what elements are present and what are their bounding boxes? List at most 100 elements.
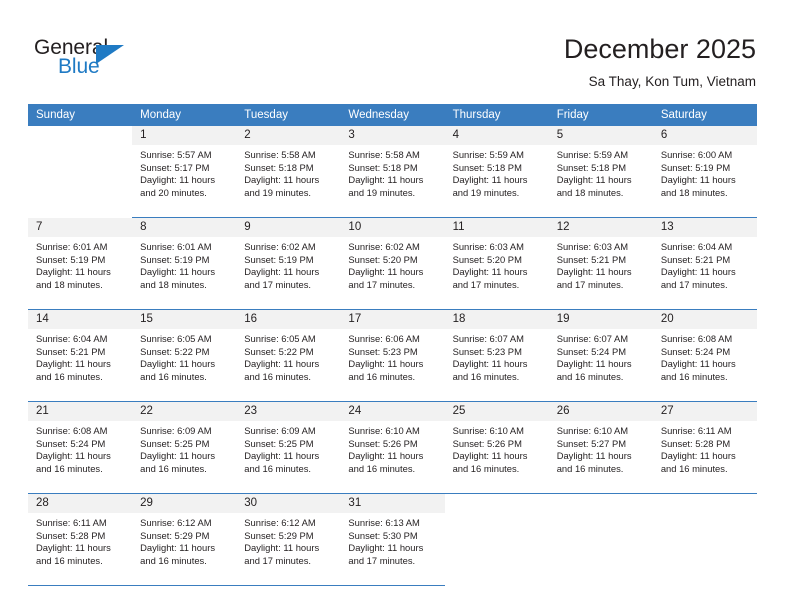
daylight-duration-line2: and 19 minutes. xyxy=(348,186,416,198)
day-info-cell: Sunrise: 5:57 AM Sunset: 5:17 PM Daylight:… xyxy=(132,145,237,217)
sunset-time: Sunset: 5:26 PM xyxy=(348,437,418,449)
daylight-duration-line2: and 16 minutes. xyxy=(244,462,311,474)
day-number-cell[interactable]: 9 xyxy=(236,218,341,237)
day-number-cell[interactable]: 10 xyxy=(340,218,445,237)
daylight-duration-line2: and 16 minutes. xyxy=(140,370,207,382)
day-number-cell[interactable]: 17 xyxy=(340,310,445,329)
week-daynumber-row: 28 29 30 31 xyxy=(28,494,757,513)
sunrise-time: Sunrise: 5:59 AM xyxy=(556,149,629,160)
day-number-cell[interactable]: 11 xyxy=(444,218,549,237)
sunrise-time: Sunrise: 6:01 AM xyxy=(36,241,108,252)
day-number-cell[interactable]: 7 xyxy=(28,218,133,237)
day-number-cell[interactable]: 6 xyxy=(652,126,757,145)
sunrise-time: Sunrise: 6:04 AM xyxy=(36,333,108,344)
weekday-header-friday: Friday xyxy=(548,104,653,126)
day-info-cell: Sunrise: 6:02 AM Sunset: 5:20 PM Daylight:… xyxy=(340,237,445,309)
sunset-time: Sunset: 5:18 PM xyxy=(556,161,627,173)
daylight-duration-line1: Daylight: 11 hours xyxy=(660,450,736,462)
weekday-header-tuesday: Tuesday xyxy=(236,104,341,126)
day-number-cell[interactable]: 26 xyxy=(548,402,653,421)
day-info-cell: Sunrise: 6:09 AM Sunset: 5:25 PM Daylight:… xyxy=(132,421,237,493)
day-info-cell: Sunrise: 6:07 AM Sunset: 5:23 PM Daylight:… xyxy=(444,329,549,401)
daylight-duration-line2: and 16 minutes. xyxy=(348,370,416,382)
sunset-time: Sunset: 5:19 PM xyxy=(140,253,210,265)
day-number-cell[interactable]: 5 xyxy=(548,126,653,145)
day-info-cell: Sunrise: 6:10 AM Sunset: 5:26 PM Daylight:… xyxy=(340,421,445,493)
sunrise-time: Sunrise: 6:10 AM xyxy=(348,425,420,436)
day-info-cell: Sunrise: 6:10 AM Sunset: 5:27 PM Daylight:… xyxy=(548,421,653,493)
day-info-cell: Sunrise: 5:59 AM Sunset: 5:18 PM Daylight:… xyxy=(444,145,549,217)
title-block: December 2025 Sa Thay, Kon Tum, Vietnam xyxy=(564,33,756,90)
daylight-duration-line1: Daylight: 11 hours xyxy=(348,450,424,462)
day-number-cell[interactable]: 20 xyxy=(652,310,757,329)
daylight-duration-line2: and 16 minutes. xyxy=(244,370,311,382)
daylight-duration-line1: Daylight: 11 hours xyxy=(36,358,111,370)
sunrise-time: Sunrise: 6:13 AM xyxy=(348,517,420,528)
week-separator-row xyxy=(28,585,757,586)
sunrise-time: Sunrise: 6:06 AM xyxy=(348,333,420,344)
day-number-cell[interactable]: 12 xyxy=(548,218,653,237)
sunrise-time: Sunrise: 6:12 AM xyxy=(244,517,316,528)
sunset-time: Sunset: 5:22 PM xyxy=(140,345,210,357)
sunrise-time: Sunrise: 6:00 AM xyxy=(660,149,733,160)
weekday-header-wednesday: Wednesday xyxy=(340,104,445,126)
day-number-cell[interactable]: 3 xyxy=(340,126,445,145)
day-number-cell[interactable]: 24 xyxy=(340,402,445,421)
day-number-cell[interactable]: 2 xyxy=(236,126,341,145)
sunset-time: Sunset: 5:20 PM xyxy=(452,253,522,265)
day-number-cell[interactable]: 13 xyxy=(652,218,757,237)
day-number-cell[interactable]: 30 xyxy=(236,494,341,513)
sunrise-time: Sunrise: 5:59 AM xyxy=(452,149,524,160)
day-number-cell[interactable]: 29 xyxy=(132,494,237,513)
day-number-cell[interactable]: 1 xyxy=(132,126,237,145)
daylight-duration-line1: Daylight: 11 hours xyxy=(140,174,216,186)
day-number-cell[interactable]: 27 xyxy=(652,402,757,421)
daylight-duration-line1: Daylight: 11 hours xyxy=(36,450,111,462)
sunset-time: Sunset: 5:28 PM xyxy=(660,437,731,449)
day-number-cell[interactable]: 23 xyxy=(236,402,341,421)
day-number-cell[interactable]: 8 xyxy=(132,218,237,237)
week-info-row: Sunrise: 6:04 AM Sunset: 5:21 PM Daylight:… xyxy=(28,329,757,401)
day-number-cell[interactable]: 25 xyxy=(444,402,549,421)
daylight-duration-line1: Daylight: 11 hours xyxy=(556,358,632,370)
day-number-cell[interactable]: 4 xyxy=(444,126,549,145)
day-number-cell[interactable]: 21 xyxy=(28,402,133,421)
day-number-cell[interactable]: 16 xyxy=(236,310,341,329)
daylight-duration-line1: Daylight: 11 hours xyxy=(660,358,736,370)
daylight-duration-line2: and 17 minutes. xyxy=(244,278,311,290)
day-number-cell[interactable]: 19 xyxy=(548,310,653,329)
daylight-duration-line1: Daylight: 11 hours xyxy=(348,542,424,554)
day-info-cell: Sunrise: 6:13 AM Sunset: 5:30 PM Daylight:… xyxy=(340,513,445,585)
week-separator-cell xyxy=(444,585,549,586)
daylight-duration-line2: and 17 minutes. xyxy=(244,554,311,566)
weekday-header-monday: Monday xyxy=(132,104,237,126)
sunrise-time: Sunrise: 6:04 AM xyxy=(660,241,733,252)
week-separator-cell xyxy=(236,585,341,586)
general-blue-logo[interactable]: General Blue xyxy=(34,36,204,88)
daylight-duration-line2: and 16 minutes. xyxy=(348,462,416,474)
day-info-cell: Sunrise: 6:04 AM Sunset: 5:21 PM Daylight:… xyxy=(652,237,757,309)
daylight-duration-line2: and 18 minutes. xyxy=(660,186,728,198)
sunrise-time: Sunrise: 6:01 AM xyxy=(140,241,212,252)
daylight-duration-line1: Daylight: 11 hours xyxy=(452,358,528,370)
day-number-cell[interactable]: 15 xyxy=(132,310,237,329)
day-number-empty xyxy=(652,494,757,513)
sunrise-time: Sunrise: 5:58 AM xyxy=(348,149,420,160)
day-number-cell[interactable]: 31 xyxy=(340,494,445,513)
day-info-empty xyxy=(652,513,757,585)
week-info-row: Sunrise: 6:11 AM Sunset: 5:28 PM Daylight:… xyxy=(28,513,757,585)
day-number-cell[interactable]: 22 xyxy=(132,402,237,421)
day-info-cell: Sunrise: 6:12 AM Sunset: 5:29 PM Daylight:… xyxy=(132,513,237,585)
day-number-cell[interactable]: 28 xyxy=(28,494,133,513)
week-info-row: Sunrise: 6:08 AM Sunset: 5:24 PM Daylight:… xyxy=(28,421,757,493)
sunrise-time: Sunrise: 5:57 AM xyxy=(140,149,212,160)
day-number-cell[interactable]: 18 xyxy=(444,310,549,329)
daylight-duration-line1: Daylight: 11 hours xyxy=(36,542,111,554)
sunset-time: Sunset: 5:27 PM xyxy=(556,437,627,449)
logo-text-blue: Blue xyxy=(58,55,100,78)
daylight-duration-line2: and 17 minutes. xyxy=(348,278,416,290)
day-info-empty xyxy=(28,145,133,217)
daylight-duration-line2: and 18 minutes. xyxy=(556,186,624,198)
day-number-cell[interactable]: 14 xyxy=(28,310,133,329)
sunrise-time: Sunrise: 6:03 AM xyxy=(452,241,524,252)
